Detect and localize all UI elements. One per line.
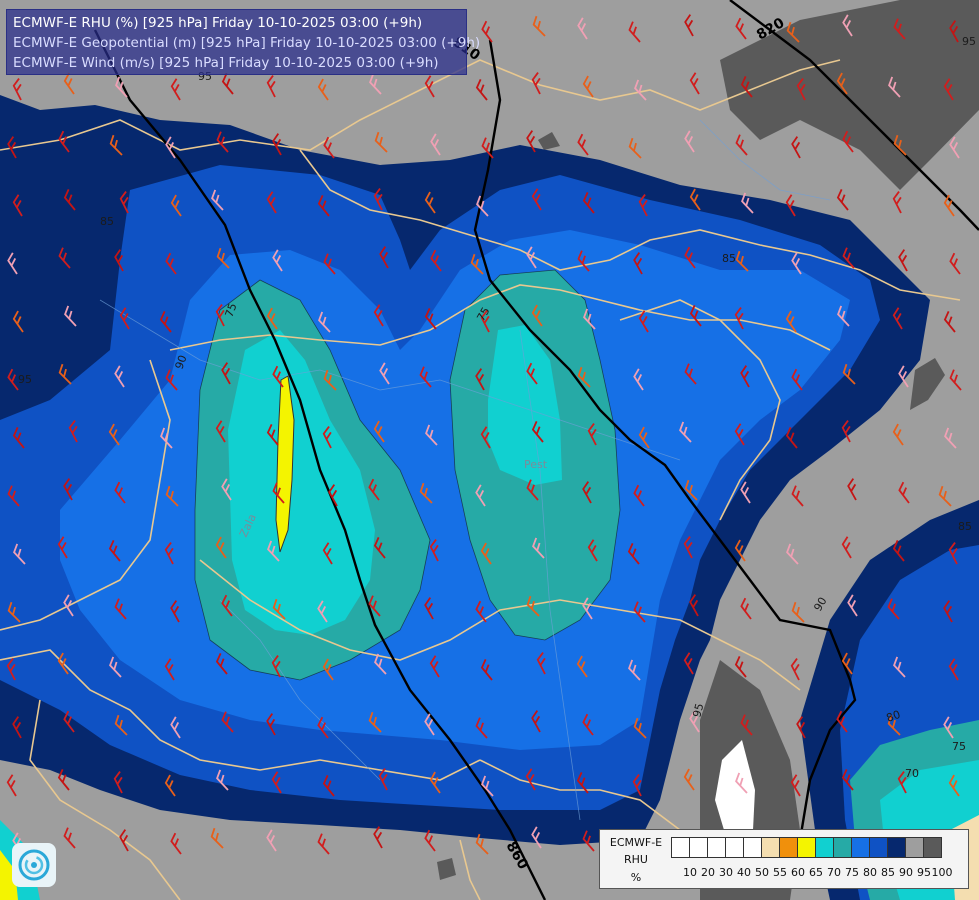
- legend-swatch: [923, 837, 942, 858]
- rhu-label-95-c: 95: [962, 35, 976, 48]
- legend-swatch: [779, 837, 798, 858]
- legend-tick: 90: [899, 866, 913, 879]
- ecmwf-logo-icon: [12, 843, 56, 887]
- rhu-label-75-c: 75: [952, 740, 966, 753]
- legend-tick: 65: [809, 866, 823, 879]
- legend-swatch: [833, 837, 852, 858]
- legend-tick: 70: [827, 866, 841, 879]
- legend-swatch: [905, 837, 924, 858]
- legend-tick: 80: [863, 866, 877, 879]
- legend-swatch: [851, 837, 870, 858]
- legend-tick: 40: [737, 866, 751, 879]
- legend-tick: 100: [931, 866, 953, 879]
- legend-tick: 20: [701, 866, 715, 879]
- legend-swatch: [887, 837, 906, 858]
- legend-tick: 50: [755, 866, 769, 879]
- rhu-label-85-b: 85: [722, 252, 736, 265]
- legend-swatch: [797, 837, 816, 858]
- color-legend: ECMWF-E RHU % 10 20 30 40 50 55 60 65 70 75 80 85 90…: [599, 829, 969, 889]
- logo-swirl-icon: [18, 849, 50, 881]
- title-rhu: ECMWF-E RHU (%) [925 hPa] Friday 10-10-2…: [13, 15, 423, 31]
- rhu-label-85-c: 85: [958, 520, 972, 533]
- legend-tick: 60: [791, 866, 805, 879]
- rhu-label-85-a: 85: [100, 215, 114, 228]
- rhu-label-95-b: 95: [18, 373, 32, 386]
- rhu-label-70: 70: [905, 767, 919, 780]
- legend-unit: %: [630, 871, 642, 884]
- legend-swatch: [689, 837, 708, 858]
- legend-tick: 10: [683, 866, 697, 879]
- legend-tick: 55: [773, 866, 787, 879]
- legend-variable: RHU: [624, 853, 648, 866]
- title-wind: ECMWF-E Wind (m/s) [925 hPa] Friday 10-1…: [13, 55, 439, 71]
- title-geopotential: ECMWF-E Geopotential (m) [925 hPa] Frida…: [13, 35, 481, 51]
- legend-swatch: [869, 837, 888, 858]
- legend-tick: 95: [917, 866, 931, 879]
- legend-swatch: [761, 837, 780, 858]
- legend-swatch: [707, 837, 726, 858]
- legend-swatch: [815, 837, 834, 858]
- place-label-pest: Pest: [524, 458, 548, 471]
- map-title-box: ECMWF-E RHU (%) [925 hPa] Friday 10-10-2…: [6, 9, 481, 75]
- legend-swatch: [725, 837, 744, 858]
- legend-swatch: [743, 837, 762, 858]
- legend-tick: 75: [845, 866, 859, 879]
- legend-swatch: [671, 837, 690, 858]
- legend-tick: 85: [881, 866, 895, 879]
- weather-map: 810 820 860 95 95 95 95 85 85 85 75 75 7…: [0, 0, 979, 900]
- legend-ticks: 10 20 30 40 50 55 60 65 70 75 80 85 90 95 100: [671, 866, 971, 880]
- legend-tick: 30: [719, 866, 733, 879]
- legend-model: ECMWF-E: [609, 836, 663, 849]
- legend-swatches: [671, 837, 942, 858]
- rhu-map-canvas: 810 820 860 95 95 95 95 85 85 85 75 75 7…: [0, 0, 979, 900]
